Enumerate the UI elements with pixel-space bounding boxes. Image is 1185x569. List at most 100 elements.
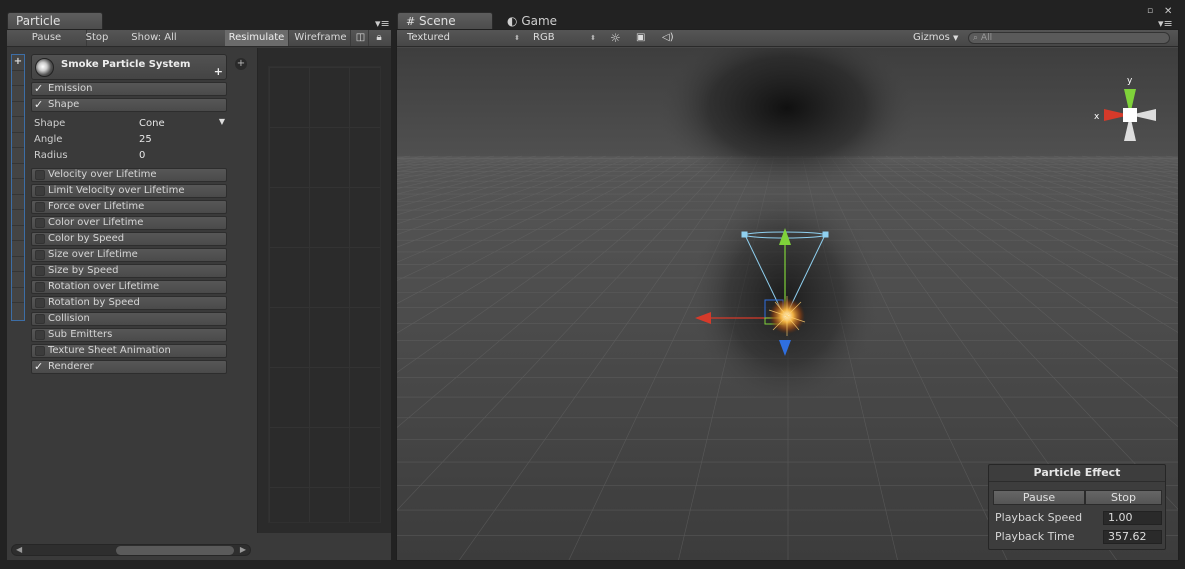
module-rotation-by-speed[interactable]: Rotation by Speed xyxy=(31,296,227,310)
playback-speed-field[interactable]: 1.00 xyxy=(1103,511,1162,525)
module-enable-checkbox[interactable] xyxy=(35,330,45,340)
module-enable-checkbox[interactable] xyxy=(35,234,45,244)
search-icon: ⌕ xyxy=(973,33,979,43)
angle-value[interactable]: 25 xyxy=(139,134,152,145)
particle-system-selector[interactable]: + xyxy=(11,54,25,321)
split-view-icon[interactable]: ◫ xyxy=(353,30,369,46)
module-label: Size over Lifetime xyxy=(48,249,138,260)
module-renderer[interactable]: ✓ Renderer xyxy=(31,360,227,374)
dropdown-arrows-icon: ⬍ xyxy=(514,34,520,42)
show-all-dropdown[interactable]: Show: All xyxy=(119,30,189,46)
close-icon[interactable]: ✕ xyxy=(1164,6,1172,17)
module-enable-checkbox[interactable] xyxy=(35,266,45,276)
radius-label: Radius xyxy=(34,150,68,161)
curve-grid xyxy=(268,66,381,523)
scrollbar-thumb[interactable] xyxy=(116,546,234,555)
module-label: Limit Velocity over Lifetime xyxy=(48,185,185,196)
maximize-icon[interactable]: ▫ xyxy=(1147,6,1153,16)
module-enable-checkbox[interactable] xyxy=(35,170,45,180)
module-enable-checkbox[interactable] xyxy=(35,282,45,292)
dropdown-arrow-icon: ▼ xyxy=(953,34,959,42)
shape-type-value[interactable]: Cone xyxy=(139,118,165,129)
pause-button[interactable]: Pause xyxy=(7,30,87,46)
module-emission[interactable]: ✓ Emission xyxy=(31,82,227,96)
horizontal-scrollbar[interactable]: ◀ ▶ xyxy=(11,544,251,556)
particle-effect-overlay: Particle Effect Pause Stop Playback Spee… xyxy=(988,464,1166,550)
module-force-over-lifetime[interactable]: Force over Lifetime xyxy=(31,200,227,214)
render-mode-value: RGB xyxy=(533,32,555,43)
module-enable-checkbox[interactable] xyxy=(35,314,45,324)
module-size-over-lifetime[interactable]: Size over Lifetime xyxy=(31,248,227,262)
game-controller-icon: ◐ xyxy=(507,14,518,28)
lock-icon[interactable]: 🔒︎ xyxy=(371,30,387,46)
gizmos-dropdown[interactable]: Gizmos ▼ xyxy=(913,30,963,46)
add-system-icon[interactable]: + xyxy=(12,55,24,71)
particle-effect-panel: Pause Stop Show: All Resimulate Wirefram… xyxy=(6,29,392,561)
particle-system-icon xyxy=(35,58,54,77)
shape-type-row[interactable]: Shape Cone ▼ xyxy=(34,116,227,132)
particle-system-header[interactable]: Smoke Particle System + xyxy=(31,54,227,80)
module-enable-checkbox[interactable] xyxy=(35,218,45,228)
module-label: Texture Sheet Animation xyxy=(48,345,171,356)
module-enable-checkbox[interactable] xyxy=(35,250,45,260)
module-enable-checkbox[interactable] xyxy=(35,186,45,196)
render-mode-dropdown[interactable]: RGB ⬍ xyxy=(533,30,598,46)
module-velocity-over-lifetime[interactable]: Velocity over Lifetime xyxy=(31,168,227,182)
lighting-toggle-icon[interactable]: ☼ xyxy=(610,30,626,46)
add-module-icon[interactable]: + xyxy=(214,65,223,78)
curve-editor[interactable] xyxy=(257,48,391,533)
add-system-circle-icon[interactable]: + xyxy=(235,58,247,70)
module-limit-velocity-over-lifetime[interactable]: Limit Velocity over Lifetime xyxy=(31,184,227,198)
angle-row[interactable]: Angle 25 xyxy=(34,132,227,148)
overlay-pause-button[interactable]: Pause xyxy=(993,490,1085,505)
module-sub-emitters[interactable]: Sub Emitters xyxy=(31,328,227,342)
particle-system-name: Smoke Particle System xyxy=(61,59,191,70)
overlay-title: Particle Effect xyxy=(1033,466,1121,479)
module-color-over-lifetime[interactable]: Color over Lifetime xyxy=(31,216,227,230)
y-axis-label: y xyxy=(1127,76,1133,86)
module-color-by-speed[interactable]: Color by Speed xyxy=(31,232,227,246)
scroll-left-icon[interactable]: ◀ xyxy=(16,545,22,554)
stop-button[interactable]: Stop xyxy=(77,30,117,46)
module-enable-checkbox[interactable]: ✓ xyxy=(34,361,44,372)
module-label: Rotation over Lifetime xyxy=(48,281,160,292)
radius-row[interactable]: Radius 0 xyxy=(34,148,227,164)
resimulate-toggle[interactable]: Resimulate xyxy=(225,30,289,46)
wireframe-toggle[interactable]: Wireframe xyxy=(291,30,351,46)
module-label: Emission xyxy=(48,83,93,94)
module-enable-checkbox[interactable] xyxy=(35,202,45,212)
shape-type-label: Shape xyxy=(34,118,66,129)
gizmos-label: Gizmos xyxy=(913,32,950,43)
module-enable-checkbox[interactable] xyxy=(35,298,45,308)
module-enable-checkbox[interactable] xyxy=(35,346,45,356)
module-list: Smoke Particle System + ✓ Emission ✓ Shape … xyxy=(31,54,227,374)
image-effects-toggle-icon[interactable]: ▣ xyxy=(636,30,652,46)
scene-toolbar: Textured ⬍ RGB ⬍ ☼ ▣ ◁) Gizmos ▼ ⌕ All xyxy=(397,30,1178,47)
tab-scene-label: Scene xyxy=(419,14,456,28)
draw-mode-dropdown[interactable]: Textured ⬍ xyxy=(407,30,522,46)
audio-toggle-icon[interactable]: ◁) xyxy=(662,30,680,46)
module-label: Velocity over Lifetime xyxy=(48,169,157,180)
dropdown-arrow-icon[interactable]: ▼ xyxy=(219,117,225,126)
module-collision[interactable]: Collision xyxy=(31,312,227,326)
playback-time-field[interactable]: 357.62 xyxy=(1103,530,1162,544)
module-size-by-speed[interactable]: Size by Speed xyxy=(31,264,227,278)
module-label: Color over Lifetime xyxy=(48,217,144,228)
module-enable-checkbox[interactable]: ✓ xyxy=(34,83,44,94)
playback-time-label: Playback Time xyxy=(995,530,1075,543)
particle-effect-toolbar: Pause Stop Show: All Resimulate Wirefram… xyxy=(7,30,391,47)
overlay-divider xyxy=(989,481,1165,482)
overlay-stop-button[interactable]: Stop xyxy=(1085,490,1162,505)
draw-mode-value: Textured xyxy=(407,32,450,43)
module-shape[interactable]: ✓ Shape xyxy=(31,98,227,112)
search-placeholder: All xyxy=(980,33,993,43)
module-rotation-over-lifetime[interactable]: Rotation over Lifetime xyxy=(31,280,227,294)
module-label: Size by Speed xyxy=(48,265,119,276)
scene-search-input[interactable]: ⌕ All xyxy=(968,32,1170,44)
scroll-right-icon[interactable]: ▶ xyxy=(240,545,246,554)
module-label: Force over Lifetime xyxy=(48,201,145,212)
tab-game-label: Game xyxy=(521,14,558,28)
module-texture-sheet-animation[interactable]: Texture Sheet Animation xyxy=(31,344,227,358)
radius-value[interactable]: 0 xyxy=(139,150,145,161)
module-enable-checkbox[interactable]: ✓ xyxy=(34,99,44,110)
